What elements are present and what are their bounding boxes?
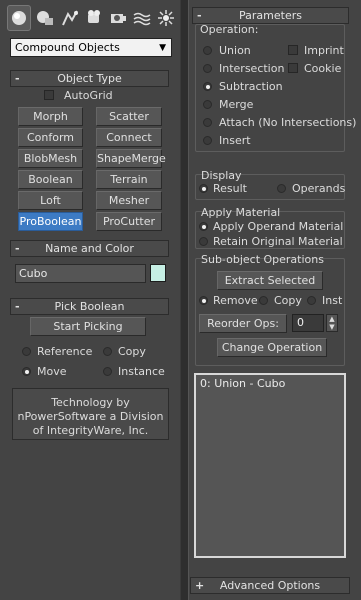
autogrid-label: AutoGrid [64,89,113,102]
connect-button[interactable]: Connect [96,128,162,147]
move-label: Move [37,365,67,378]
morph-button[interactable]: Morph [18,107,83,126]
pick-boolean-title: Pick Boolean [54,300,125,313]
imprint-label: Imprint [304,44,344,57]
loft-button[interactable]: Loft [18,191,83,210]
insert-radio[interactable] [203,136,212,145]
apply-operand-label: Apply Operand Material [213,220,344,233]
display-label: Display [201,169,242,182]
inst-radio[interactable] [307,296,316,305]
object-type-title: Object Type [57,72,122,85]
intersection-radio[interactable] [203,64,212,73]
instance-label: Instance [118,365,165,378]
terrain-button[interactable]: Terrain [96,170,162,189]
inst-label: Inst [322,294,343,307]
intersection-label: Intersection [219,62,285,75]
copy-radio[interactable] [103,347,112,356]
pick-boolean-rollout-header[interactable]: - Pick Boolean [10,298,169,315]
info-line: of IntegrityWare, Inc. [32,424,149,437]
extract-selected-button[interactable]: Extract Selected [217,271,323,290]
parameters-title: Parameters [239,9,302,22]
reference-label: Reference [37,345,93,358]
remove-label: Remove [213,294,258,307]
conform-button[interactable]: Conform [18,128,83,147]
instance-radio[interactable] [103,367,112,376]
insert-label: Insert [219,134,251,147]
motion-tab-icon[interactable] [82,5,106,31]
shapemerge-button[interactable]: ShapeMerge [96,149,166,168]
union-radio[interactable] [203,46,212,55]
technology-info-box: Technology by nPowerSoftware a Division … [12,388,169,440]
utilities-tab-icon[interactable] [130,5,154,31]
name-color-title: Name and Color [45,242,134,255]
reorder-ops-spinner-input[interactable]: 0 [292,314,324,332]
parameters-rollout-header[interactable]: - Parameters [192,7,349,24]
command-panel-left: Compound Objects ▼ - Object Type AutoGri… [0,0,187,600]
copy-radio[interactable] [259,296,268,305]
merge-radio[interactable] [203,100,212,109]
imprint-checkbox[interactable] [288,45,298,55]
subtraction-label: Subtraction [219,80,283,93]
attach-radio[interactable] [203,118,212,127]
apply-material-label: Apply Material [201,206,281,219]
hierarchy-tab-icon[interactable] [58,5,82,31]
panel-scrollbar[interactable] [180,0,189,600]
chevron-down-icon: ▼ [159,43,166,53]
move-radio[interactable] [22,367,31,376]
subtraction-radio[interactable] [203,82,212,91]
result-radio[interactable] [199,184,208,193]
apply-operand-radio[interactable] [199,222,208,231]
operations-list[interactable]: 0: Union - Cubo [194,373,346,558]
info-line: nPowerSoftware a Division [17,410,164,423]
name-color-rollout-header[interactable]: - Name and Color [10,240,169,257]
cookie-label: Cookie [304,62,342,75]
retain-original-radio[interactable] [199,237,208,246]
object-type-rollout-header[interactable]: - Object Type [10,70,169,87]
mesher-button[interactable]: Mesher [96,191,162,210]
operation-label: Operation: [200,23,259,36]
advanced-options-rollout-header[interactable]: + Advanced Options [190,577,350,594]
copy-label: Copy [274,294,302,307]
retain-original-label: Retain Original Material [213,235,343,248]
category-dropdown[interactable]: Compound Objects ▼ [10,38,172,57]
copy-label: Copy [118,345,146,358]
particles-tab-icon[interactable] [154,5,178,31]
boolean-button[interactable]: Boolean [18,170,83,189]
reference-radio[interactable] [22,347,31,356]
autogrid-checkbox[interactable] [44,90,54,100]
advanced-options-title: Advanced Options [219,579,321,592]
change-operation-button[interactable]: Change Operation [217,338,327,357]
blobmesh-button[interactable]: BlobMesh [18,149,83,168]
cookie-checkbox[interactable] [288,63,298,73]
remove-radio[interactable] [199,296,208,305]
operands-label: Operands [292,182,346,195]
proboolean-button[interactable]: ProBoolean [18,212,83,231]
result-label: Result [213,182,247,195]
merge-label: Merge [219,98,254,111]
expand-icon: + [195,579,205,592]
collapse-icon: - [197,9,202,22]
collapse-icon: - [15,72,20,85]
modify-tab-icon[interactable] [33,5,57,31]
display-tab-icon[interactable] [106,5,130,31]
category-dropdown-value: Compound Objects [15,41,120,54]
object-color-swatch[interactable] [150,264,166,282]
scatter-button[interactable]: Scatter [96,107,162,126]
operands-radio[interactable] [277,184,286,193]
list-item[interactable]: 0: Union - Cubo [200,377,340,390]
union-label: Union [219,44,251,57]
procutter-button[interactable]: ProCutter [96,212,162,231]
subobject-label: Sub-object Operations [201,253,324,266]
collapse-icon: - [15,300,20,313]
spinner-arrows-icon[interactable]: ▲ ▼ [326,314,338,332]
reorder-ops-button[interactable]: Reorder Ops: [199,314,287,333]
collapse-icon: - [15,242,20,255]
attach-label: Attach (No Intersections) [219,116,357,129]
create-tab-icon[interactable] [7,5,31,31]
start-picking-button[interactable]: Start Picking [30,317,146,336]
object-name-field[interactable]: Cubo [15,264,146,283]
info-line: Technology by [51,396,130,409]
